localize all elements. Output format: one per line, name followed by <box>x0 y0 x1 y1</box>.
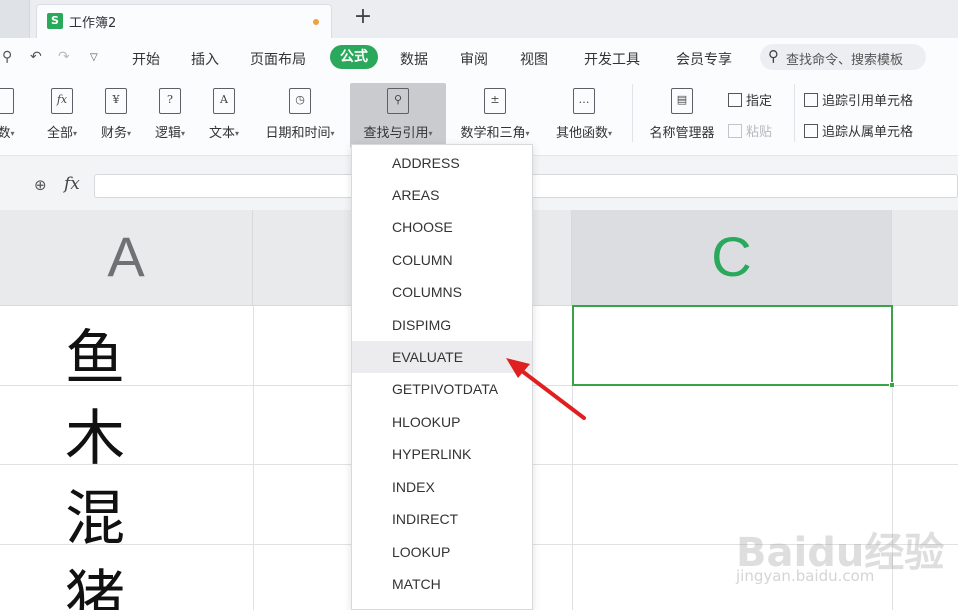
menu-developer[interactable]: 开发工具 <box>584 49 640 69</box>
all-functions-label: 全部 <box>46 126 73 141</box>
trace-precedents-label: 追踪引用单元格 <box>822 94 914 109</box>
undo-icon[interactable]: ↶ <box>30 49 42 65</box>
tab-bar: S 工作簿2 + <box>0 0 958 38</box>
document-tab[interactable]: S 工作簿2 <box>36 4 332 38</box>
fx-icon: fx <box>51 88 73 114</box>
search-history-icon[interactable]: ⚲ <box>2 49 12 65</box>
function-lookup[interactable]: LOOKUP <box>352 536 532 568</box>
spreadsheet-doc-icon: S <box>47 13 63 29</box>
lookup-reference-label: 查找与引用 <box>363 126 429 141</box>
lookup-reference-button[interactable]: ⚲ 查找与引用▾ <box>350 76 446 148</box>
column-a-letter: A <box>107 225 145 288</box>
insert-function-button[interactable]: 数▾ <box>0 76 28 148</box>
function-index[interactable]: INDEX <box>352 471 532 503</box>
assign-label: 指定 <box>746 94 773 109</box>
function-address[interactable]: ADDRESS <box>352 147 532 179</box>
assign-name-button[interactable]: 指定 <box>728 90 772 109</box>
text-a-icon: A <box>213 88 235 114</box>
financial-label: 财务 <box>100 126 127 141</box>
ribbon-menu-bar: ⚲ ↶ ↷ ▽ 开始 插入 页面布局 公式 数据 审阅 视图 开发工具 会员专享… <box>0 38 958 76</box>
function-match[interactable]: MATCH <box>352 568 532 600</box>
trace-dependents-button[interactable]: 追踪从属单元格 <box>804 121 913 140</box>
function-columns[interactable]: COLUMNS <box>352 276 532 308</box>
more-functions-label: 其他函数 <box>555 126 608 141</box>
text-functions-button[interactable]: A 文本▾ <box>202 76 246 148</box>
document-tab-title: 工作簿2 <box>69 16 117 31</box>
function-column[interactable]: COLUMN <box>352 244 532 276</box>
name-manager-icon: ▤ <box>671 88 693 114</box>
annotation-arrow-icon <box>506 358 586 420</box>
column-header-a[interactable]: A <box>0 210 253 306</box>
zoom-icon[interactable]: ⊕ <box>34 176 47 194</box>
function-icon <box>0 88 14 114</box>
fill-handle[interactable] <box>889 382 895 388</box>
name-manager-label: 名称管理器 <box>649 126 715 141</box>
new-tab-button[interactable]: + <box>350 5 376 31</box>
logical-label: 逻辑 <box>154 126 181 141</box>
logical-button[interactable]: ? 逻辑▾ <box>148 76 192 148</box>
menu-view[interactable]: 视图 <box>520 49 548 69</box>
active-cell-c1[interactable] <box>572 305 895 388</box>
question-icon: ? <box>159 88 181 114</box>
trace-precedents-icon <box>804 93 818 107</box>
menu-page-layout[interactable]: 页面布局 <box>250 49 306 69</box>
clock-icon: ◷ <box>289 88 311 114</box>
menu-member[interactable]: 会员专享 <box>676 49 732 69</box>
column-c-letter: C <box>711 225 752 288</box>
search-doc-icon: ⚲ <box>387 88 409 114</box>
tab-scroll-left[interactable] <box>0 0 30 38</box>
function-choose[interactable]: CHOOSE <box>352 211 532 243</box>
cell-a4[interactable]: 猪 <box>30 550 160 610</box>
menu-insert[interactable]: 插入 <box>191 49 219 69</box>
menu-review[interactable]: 审阅 <box>460 49 488 69</box>
insert-function-fx-icon[interactable]: fx <box>64 174 80 194</box>
baidu-watermark-url: jingyan.baidu.com <box>736 567 875 585</box>
text-functions-label: 文本 <box>208 126 235 141</box>
quick-access-dropdown-icon[interactable]: ▽ <box>90 52 98 63</box>
toolbar-divider <box>632 84 633 142</box>
trace-precedents-button[interactable]: 追踪引用单元格 <box>804 90 913 109</box>
math-trig-button[interactable]: ± 数学和三角▾ <box>450 76 540 148</box>
function-dispimg[interactable]: DISPIMG <box>352 309 532 341</box>
paste-icon <box>728 124 742 138</box>
math-icon: ± <box>484 88 506 114</box>
function-offset[interactable]: OFFSET <box>352 600 532 609</box>
menu-home[interactable]: 开始 <box>132 49 160 69</box>
redo-icon[interactable]: ↷ <box>58 49 70 65</box>
unsaved-indicator-icon <box>313 19 319 25</box>
date-time-label: 日期和时间 <box>265 126 331 141</box>
function-areas[interactable]: AREAS <box>352 179 532 211</box>
assign-icon <box>728 93 742 107</box>
cell-a1[interactable]: 鱼 <box>30 310 160 397</box>
paste-label: 粘贴 <box>746 125 773 140</box>
cell-a3[interactable]: 混 <box>30 470 160 557</box>
column-header-c[interactable]: C <box>572 210 892 306</box>
function-indirect[interactable]: INDIRECT <box>352 503 532 535</box>
date-time-button[interactable]: ◷ 日期和时间▾ <box>256 76 344 148</box>
toolbar-divider <box>794 84 795 142</box>
menu-formulas[interactable]: 公式 <box>330 45 378 69</box>
cell-a2[interactable]: 木 <box>30 390 160 477</box>
name-manager-button[interactable]: ▤ 名称管理器 <box>642 76 722 148</box>
column-header-d[interactable] <box>892 210 958 306</box>
search-icon: ⚲ <box>768 47 779 65</box>
function-hyperlink[interactable]: HYPERLINK <box>352 438 532 470</box>
command-search-placeholder: 查找命令、搜索模板 <box>786 53 904 68</box>
all-functions-button[interactable]: fx 全部▾ <box>40 76 84 148</box>
menu-data[interactable]: 数据 <box>400 49 428 69</box>
ellipsis-icon: … <box>573 88 595 114</box>
math-trig-label: 数学和三角 <box>460 126 526 141</box>
trace-dependents-label: 追踪从属单元格 <box>822 125 914 140</box>
trace-dependents-icon <box>804 124 818 138</box>
command-search-box[interactable]: ⚲ 查找命令、搜索模板 <box>760 44 926 70</box>
more-functions-button[interactable]: … 其他函数▾ <box>546 76 622 148</box>
insert-function-label: 数 <box>0 126 11 141</box>
paste-name-button[interactable]: 粘贴 <box>728 121 772 140</box>
yen-icon: ¥ <box>105 88 127 114</box>
financial-button[interactable]: ¥ 财务▾ <box>94 76 138 148</box>
